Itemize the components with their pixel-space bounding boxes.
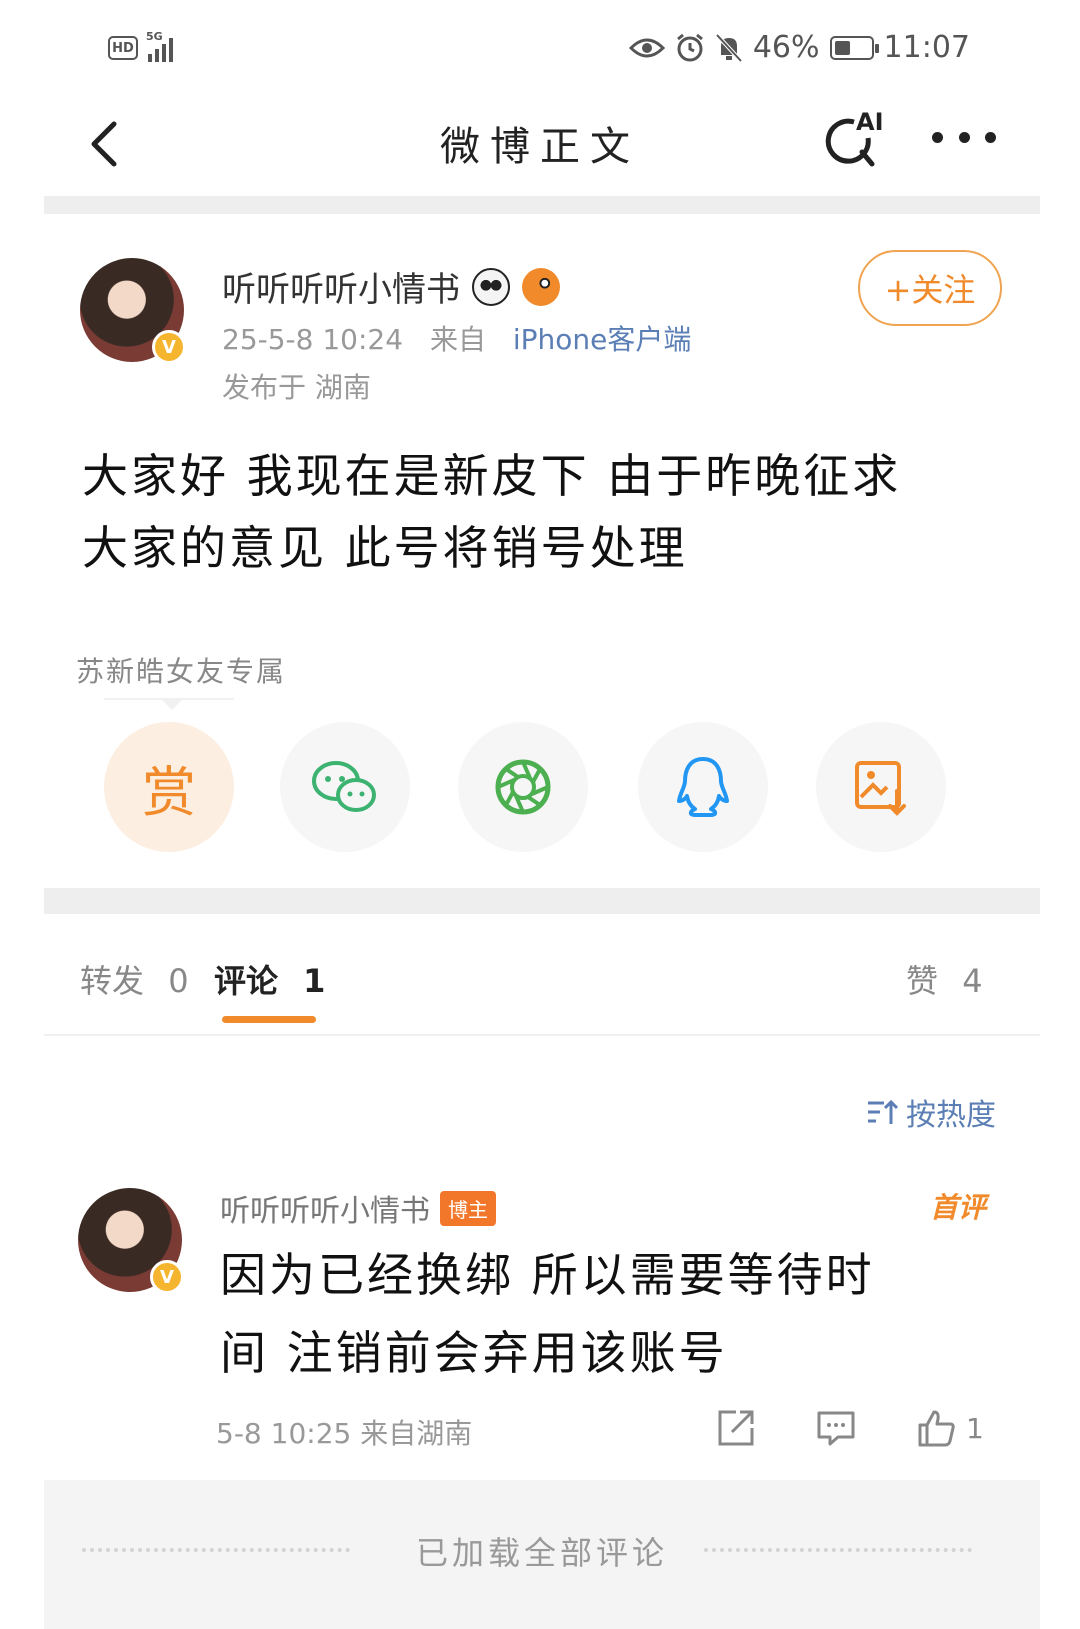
tab-label: 赞 [906,962,939,1000]
sort-button[interactable]: 按热度 [866,1090,996,1134]
comment-content-line: 因为已经换绑 所以需要等待时 [220,1248,875,1302]
comment-share-button[interactable] [716,1404,756,1452]
post-meta: 25-5-8 10:24 来自 iPhone客户端 [222,318,691,358]
divider [44,196,1040,214]
network-type: 5G [146,30,163,43]
post-author[interactable]: 听听听听小情书 [222,262,560,311]
divider [44,1034,1040,1036]
save-image-icon [855,761,906,816]
verified-badge-icon: V [152,330,186,364]
comment-icon [817,1411,855,1446]
qq-share-button[interactable] [638,722,768,852]
comment-avatar[interactable]: V [78,1188,184,1294]
post-source[interactable]: iPhone客户端 [513,323,692,356]
signal-icon: 5G [146,30,173,62]
moments-icon [495,759,551,815]
tab-label: 转发 [80,962,145,1000]
comment-content-line: 间 注销前会弃用该账号 [220,1326,728,1380]
from-prefix: 来自 [429,323,486,356]
mute-bell-icon [715,33,743,62]
battery-icon [829,35,879,60]
comment-meta: 5-8 10:25 来自湖南 [216,1417,473,1450]
battery-percent: 46% [752,30,820,65]
author-name[interactable]: 听听听听小情书 [222,262,460,311]
dotted-divider [704,1548,972,1552]
status-left: HD 5G [108,30,173,62]
tab-comments[interactable]: 评论 1 [214,956,325,1002]
panda-icon [472,267,510,306]
post-tag[interactable]: 苏新皓女友专属 [76,650,286,690]
avatar[interactable]: V [80,258,186,364]
sort-label: 按热度 [906,1098,996,1133]
tab-count: 0 [168,962,189,1000]
footer: 已加载全部评论 [44,1480,1040,1629]
comment-actions: 1 [716,1404,1006,1454]
active-tab-indicator [222,1016,316,1023]
wechat-icon [312,761,376,812]
clock: 11:07 [883,30,970,65]
status-bar: HD 5G 46% 11:07 [0,0,1080,92]
post-datetime: 25-5-8 10:24 [222,323,404,356]
wechat-share-button[interactable] [280,722,410,852]
post-location: 发布于 湖南 [222,371,371,404]
follow-button[interactable]: +关注 [858,250,1002,326]
ai-label: AI [856,108,884,136]
ai-search-icon[interactable]: AI [820,104,892,176]
comment-author-name[interactable]: 听听听听小情书 [220,1186,430,1230]
eye-icon [628,38,665,57]
save-image-button[interactable] [816,722,946,852]
interaction-tabs: 转发 0 评论 1 赞 4 [0,940,1080,1036]
post-content-line: 大家好 我现在是新皮下 由于昨晚征求 [82,449,902,503]
page: HD 5G 46% 11:07 微博正文 AI V 听听听听小情书 25-5-8… [0,0,1080,1629]
fish-icon [522,267,560,306]
tab-label: 评论 [214,962,279,1000]
thumbs-up-icon [918,1410,955,1447]
first-comment-badge: 首评 [930,1191,987,1224]
alarm-icon [676,33,703,61]
more-icon[interactable] [932,122,996,152]
host-badge: 博主 [440,1190,496,1226]
qq-icon [677,757,729,817]
comment-author[interactable]: 听听听听小情书 博主 [220,1186,496,1230]
tab-likes[interactable]: 赞 4 [906,956,983,1002]
reward-label: 赏 [142,760,196,824]
moments-share-button[interactable] [458,722,588,852]
comment-like-button[interactable]: 1 [916,1404,984,1452]
sort-icon [868,1099,898,1124]
tab-count: 1 [303,962,326,1000]
post-content-line: 大家的意见 此号将销号处理 [82,521,688,575]
verified-badge-icon: V [150,1260,184,1294]
tab-reposts[interactable]: 转发 0 [80,956,189,1002]
nav-bar: 微博正文 AI [0,92,1080,192]
divider [44,888,1040,914]
reward-button[interactable]: 赏 [104,722,234,852]
hd-icon: HD [108,36,138,60]
share-icon [718,1410,754,1446]
comment-content: 因为已经换绑 所以需要等待时 间 注销前会弃用该账号 [220,1236,1020,1392]
like-count: 1 [966,1411,984,1445]
status-right: 46% 11:07 [628,30,970,65]
share-row: 赏 [104,722,984,854]
tab-count: 4 [962,962,983,1000]
page-title: 微博正文 [440,124,640,170]
tag-pointer [160,698,184,710]
comment-reply-button[interactable] [816,1404,856,1452]
post-content: 大家好 我现在是新皮下 由于昨晚征求 大家的意见 此号将销号处理 [82,440,1012,584]
